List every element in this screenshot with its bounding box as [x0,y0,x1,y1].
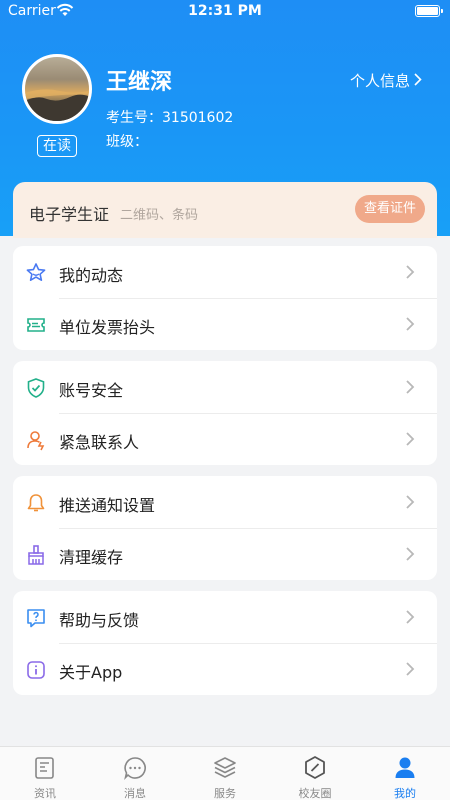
chevron-right-icon [414,72,422,90]
menu-item-invoice-title[interactable]: 单位发票抬头 [13,298,437,350]
shield-check-icon [27,378,45,398]
battery-icon [415,5,443,17]
menu-item-label: 关于App [59,663,123,682]
chevron-right-icon [406,380,415,394]
menu-item-label: 清理缓存 [59,548,124,567]
tab-messages[interactable]: 消息 [90,747,180,800]
tab-label: 资讯 [34,787,56,800]
menu-item-account-security[interactable]: 账号安全 [13,361,437,413]
menu-item-label: 帮助与反馈 [59,611,140,630]
profile-info-link[interactable]: 个人信息 [350,70,422,91]
layers-icon [214,757,236,778]
menu-item-label: 推送通知设置 [59,496,156,515]
student-status-badge: 在读 [37,135,77,157]
clock: 12:31 PM [188,3,262,19]
chevron-right-icon [406,265,415,279]
chevron-right-icon [406,432,415,446]
info-icon [27,661,45,679]
help-icon [27,609,45,628]
class-label: 班级： [106,134,148,150]
id-card-title: 电子学生证 [29,205,110,224]
profile-info-label: 个人信息 [349,72,410,90]
tab-label: 我的 [394,787,416,800]
menu-item-help-feedback[interactable]: 帮助与反馈 [13,591,437,643]
chevron-right-icon [406,495,415,509]
student-id-card[interactable]: 电子学生证 二维码、条码 查看证件 [13,182,437,238]
menu-item-emergency-contact[interactable]: 紧急联系人 [13,413,437,465]
compass-icon [305,756,325,779]
user-icon [395,757,415,778]
tab-alumni[interactable]: 校友圈 [270,747,360,800]
ticket-icon [27,318,45,332]
star-icon [26,263,46,281]
tab-services[interactable]: 服务 [180,747,270,800]
chevron-right-icon [406,317,415,331]
tab-news[interactable]: 资讯 [0,747,90,800]
news-icon [35,757,54,779]
bell-icon [27,494,45,512]
menu-group: 账号安全 紧急联系人 [13,361,437,465]
menu-item-label: 我的动态 [59,266,124,285]
contact-icon [27,431,45,451]
menu-group: 我的动态 单位发票抬头 [13,246,437,350]
menu-item-push-settings[interactable]: 推送通知设置 [13,476,437,528]
avatar[interactable] [22,54,92,124]
view-id-button[interactable]: 查看证件 [355,195,425,223]
tab-label: 服务 [214,787,236,800]
menu-item-label: 账号安全 [59,381,124,400]
broom-icon [28,545,44,565]
menu-item-label: 单位发票抬头 [59,318,156,337]
menu-item-clear-cache[interactable]: 清理缓存 [13,528,437,580]
tab-bar: 资讯 消息 服务 校友圈 我的 [0,746,450,800]
menu-item-label: 紧急联系人 [59,433,140,452]
chevron-right-icon [406,547,415,561]
chat-icon [124,757,146,781]
menu-group: 帮助与反馈 关于App [13,591,437,695]
menu-group: 推送通知设置 清理缓存 [13,476,437,580]
status-bar: Carrier 12:31 PM [0,0,450,24]
id-card-subtitle: 二维码、条码 [120,208,199,223]
exam-number: 考生号：31501602 [106,110,234,126]
menu-item-my-activity[interactable]: 我的动态 [13,246,437,298]
chevron-right-icon [406,662,415,676]
menu-item-about-app[interactable]: 关于App [13,643,437,695]
user-name: 王继深 [106,70,173,95]
tab-label: 校友圈 [298,787,332,800]
tab-label: 消息 [124,787,146,800]
chevron-right-icon [406,610,415,624]
tab-me[interactable]: 我的 [360,747,450,800]
